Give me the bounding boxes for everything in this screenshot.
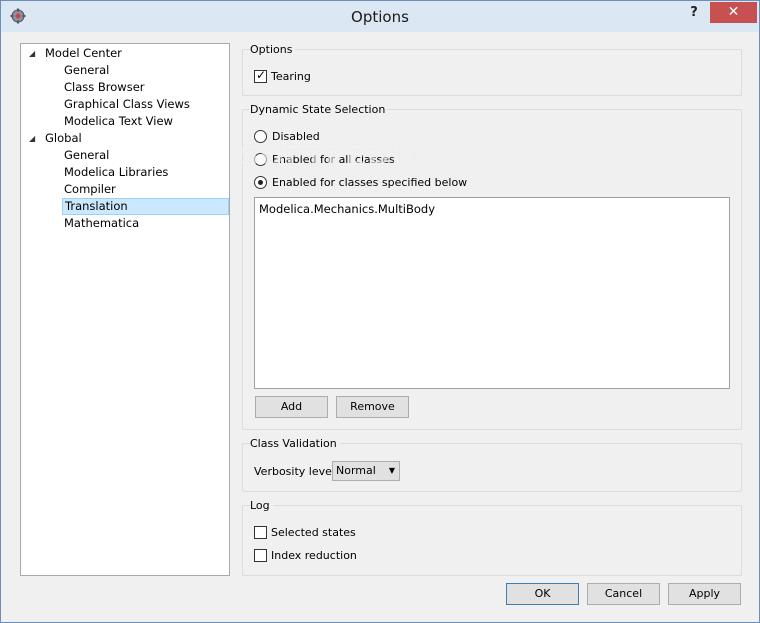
- verbosity-label: Verbosity level:: [254, 465, 339, 478]
- tearing-label[interactable]: Tearing: [271, 70, 311, 83]
- verbosity-value: Normal: [336, 464, 376, 477]
- add-button[interactable]: Add: [255, 396, 328, 418]
- tree-item-modelica-libraries[interactable]: Modelica Libraries: [62, 164, 170, 181]
- options-tree[interactable]: ◢ Model Center General Class Browser Gra…: [20, 43, 230, 576]
- tearing-checkbox[interactable]: ✓: [254, 68, 267, 83]
- window-title: Options: [351, 8, 409, 26]
- log-title: Log: [250, 499, 273, 512]
- index-reduction-checkbox[interactable]: [254, 549, 267, 562]
- watermark: SOFTPEDIA: [239, 139, 426, 172]
- class-list[interactable]: Modelica.Mechanics.MultiBody: [254, 197, 730, 389]
- tree-item-general[interactable]: General: [62, 62, 111, 79]
- tree-item-graphical-class-views[interactable]: Graphical Class Views: [62, 96, 192, 113]
- index-reduction-label[interactable]: Index reduction: [271, 549, 357, 562]
- options-group-title: Options: [250, 43, 296, 56]
- selected-states-label[interactable]: Selected states: [271, 526, 356, 539]
- close-button[interactable]: ✕: [710, 2, 757, 23]
- selected-states-checkbox[interactable]: [254, 526, 267, 539]
- apply-button[interactable]: Apply: [668, 583, 741, 605]
- radio-enabled-specified-label[interactable]: Enabled for classes specified below: [272, 176, 467, 189]
- title-bar[interactable]: Options ? ✕: [1, 1, 759, 32]
- check-icon: ✓: [256, 68, 267, 82]
- help-button[interactable]: ?: [681, 3, 707, 23]
- options-dialog: Options ? ✕ ◢ Model Center General Class…: [0, 0, 760, 623]
- chevron-down-icon: ▼: [388, 466, 395, 475]
- expand-arrow-icon[interactable]: ◢: [29, 45, 35, 62]
- tree-item-global-general[interactable]: General: [62, 147, 111, 164]
- options-group: [242, 49, 742, 96]
- tree-item-class-browser[interactable]: Class Browser: [62, 79, 147, 96]
- tree-item-global[interactable]: ◢ Global: [29, 130, 84, 147]
- list-item[interactable]: Modelica.Mechanics.MultiBody: [259, 202, 435, 216]
- dynamic-state-title: Dynamic State Selection: [250, 103, 389, 116]
- ok-button[interactable]: OK: [506, 583, 579, 605]
- radio-enabled-specified[interactable]: [254, 176, 267, 189]
- radio-selected-dot: [258, 180, 263, 185]
- tree-item-mathematica[interactable]: Mathematica: [62, 215, 141, 232]
- tree-item-compiler[interactable]: Compiler: [62, 181, 118, 198]
- tree-item-modelica-text-view[interactable]: Modelica Text View: [62, 113, 175, 130]
- tree-item-translation[interactable]: Translation: [62, 198, 229, 215]
- remove-button[interactable]: Remove: [336, 396, 409, 418]
- expand-arrow-icon[interactable]: ◢: [29, 130, 35, 147]
- tree-item-model-center[interactable]: ◢ Model Center: [29, 45, 124, 62]
- verbosity-select[interactable]: Normal ▼: [332, 461, 400, 481]
- log-group: [242, 505, 742, 576]
- cancel-button[interactable]: Cancel: [587, 583, 660, 605]
- class-validation-title: Class Validation: [250, 437, 340, 450]
